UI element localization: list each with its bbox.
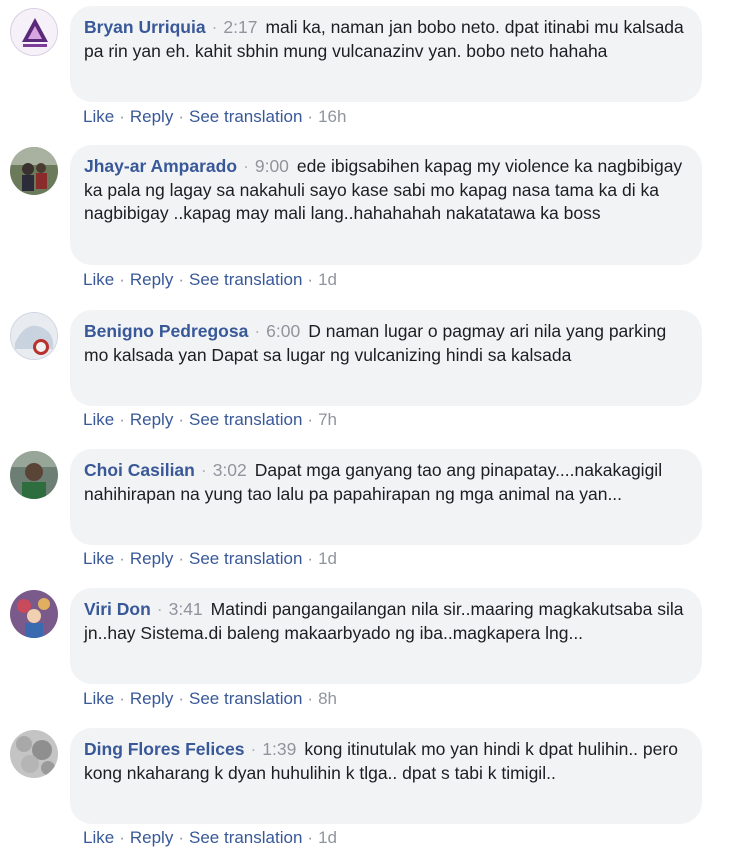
comment-author[interactable]: Bryan Urriquia	[84, 17, 206, 37]
like-button[interactable]: Like	[83, 828, 114, 847]
separator-dot: ·	[119, 270, 125, 289]
comment-actions: Like · Reply · See translation · 16h	[83, 106, 346, 128]
comment-actions: Like · Reply · See translation · 1d	[83, 548, 337, 570]
avatar[interactable]	[10, 147, 58, 195]
comment-age-link[interactable]: 1d	[318, 270, 337, 289]
separator-dot: ·	[178, 828, 184, 847]
separator-dot: ·	[119, 689, 125, 708]
see-translation-link[interactable]: See translation	[189, 107, 302, 126]
comment-author[interactable]: Viri Don	[84, 599, 151, 619]
separator-dot: ·	[307, 549, 314, 568]
see-translation-link[interactable]: See translation	[189, 828, 302, 847]
separator-dot: ·	[119, 107, 125, 126]
comment-bubble: Bryan Urriquia · 2:17 mali ka, naman jan bo…	[70, 6, 702, 102]
avatar-image-icon	[11, 9, 57, 55]
separator-dot: ·	[307, 410, 314, 429]
comment-bubble: Viri Don · 3:41 Matindi pangangailangan nil…	[70, 588, 702, 684]
avatar[interactable]	[10, 8, 58, 56]
comment-actions: Like · Reply · See translation · 1d	[83, 827, 337, 849]
comment-time: 3:02	[212, 460, 247, 480]
separator-dot: ·	[307, 270, 314, 289]
see-translation-link[interactable]: See translation	[189, 270, 302, 289]
avatar-image-icon	[10, 730, 58, 778]
comment-actions: Like · Reply · See translation · 8h	[83, 688, 337, 710]
avatar[interactable]	[10, 730, 58, 778]
comment-age-link[interactable]: 1d	[318, 828, 337, 847]
comment-author[interactable]: Choi Casilian	[84, 460, 195, 480]
avatar[interactable]	[10, 590, 58, 638]
separator-dot: ·	[307, 107, 314, 126]
like-button[interactable]: Like	[83, 689, 114, 708]
comment-actions: Like · Reply · See translation · 7h	[83, 409, 337, 431]
avatar-image-icon	[10, 451, 58, 499]
reply-button[interactable]: Reply	[130, 689, 173, 708]
reply-button[interactable]: Reply	[130, 828, 173, 847]
comment-time: 3:41	[168, 599, 203, 619]
comment-age-link[interactable]: 16h	[318, 107, 346, 126]
see-translation-link[interactable]: See translation	[189, 689, 302, 708]
avatar-image-icon	[11, 313, 57, 359]
like-button[interactable]: Like	[83, 410, 114, 429]
separator-dot: ·	[119, 549, 125, 568]
separator-dot: ·	[178, 270, 184, 289]
see-translation-link[interactable]: See translation	[189, 549, 302, 568]
avatar-image-icon	[10, 590, 58, 638]
comment-bubble: Ding Flores Felices · 1:39 kong itinutulak …	[70, 728, 702, 824]
like-button[interactable]: Like	[83, 107, 114, 126]
separator-dot: ·	[178, 549, 184, 568]
comment-bubble: Jhay-ar Amparado · 9:00 ede ibigsabihen kap…	[70, 145, 702, 265]
comment-time: 1:39	[262, 739, 297, 759]
reply-button[interactable]: Reply	[130, 549, 173, 568]
like-button[interactable]: Like	[83, 270, 114, 289]
comment-bubble: Choi Casilian · 3:02 Dapat mga ganyang tao …	[70, 449, 702, 545]
see-translation-link[interactable]: See translation	[189, 410, 302, 429]
avatar-image-icon	[10, 147, 58, 195]
comment-bubble: Benigno Pedregosa · 6:00 D naman lugar o pa…	[70, 310, 702, 406]
separator-dot: ·	[307, 828, 314, 847]
separator-dot: ·	[119, 410, 125, 429]
like-button[interactable]: Like	[83, 549, 114, 568]
comment-time: 2:17	[223, 17, 258, 37]
comment-age-link[interactable]: 8h	[318, 689, 337, 708]
separator-dot: ·	[307, 689, 314, 708]
separator-dot: ·	[119, 828, 125, 847]
comment-author[interactable]: Jhay-ar Amparado	[84, 156, 237, 176]
reply-button[interactable]: Reply	[130, 107, 173, 126]
comment-age-link[interactable]: 1d	[318, 549, 337, 568]
comment-time: 6:00	[266, 321, 301, 341]
avatar[interactable]	[10, 451, 58, 499]
separator-dot: ·	[178, 689, 184, 708]
comment-age-link[interactable]: 7h	[318, 410, 337, 429]
comment-author[interactable]: Ding Flores Felices	[84, 739, 244, 759]
comment-time: 9:00	[254, 156, 289, 176]
separator-dot: ·	[178, 410, 184, 429]
comment-author[interactable]: Benigno Pedregosa	[84, 321, 248, 341]
avatar[interactable]	[10, 312, 58, 360]
separator-dot: ·	[178, 107, 184, 126]
reply-button[interactable]: Reply	[130, 410, 173, 429]
reply-button[interactable]: Reply	[130, 270, 173, 289]
comment-actions: Like · Reply · See translation · 1d	[83, 269, 337, 291]
